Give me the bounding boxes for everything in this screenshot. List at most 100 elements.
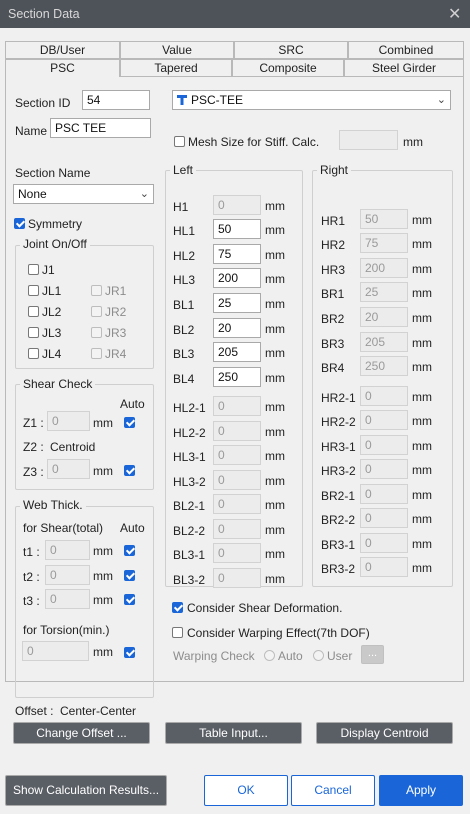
left-dim-unit: mm xyxy=(265,223,285,237)
jr4-checkbox[interactable] xyxy=(91,348,102,359)
left-dim-unit: mm xyxy=(265,322,285,336)
j1-checkbox[interactable] xyxy=(28,264,39,275)
left-dim-unit: mm xyxy=(265,400,285,414)
z3-auto-checkbox[interactable] xyxy=(124,465,135,476)
left-dim-field[interactable]: 0 xyxy=(213,568,261,588)
left-dim-label: BL2-2 xyxy=(173,524,206,538)
cancel-button[interactable]: Cancel xyxy=(291,775,375,806)
z2-value: Centroid xyxy=(50,440,96,454)
section-name-select[interactable]: None ⌄ xyxy=(13,184,154,204)
right-dim-label: HR2 xyxy=(321,238,346,252)
left-dim-field[interactable]: 0 xyxy=(213,396,261,416)
t3-field[interactable]: 0 xyxy=(45,589,90,609)
ok-button[interactable]: OK xyxy=(204,775,288,806)
warping-effect-checkbox[interactable] xyxy=(172,627,183,638)
left-dim-label: H1 xyxy=(173,200,189,214)
left-dim-field[interactable]: 25 xyxy=(213,293,261,313)
section-id-field[interactable]: 54 xyxy=(82,90,150,110)
right-dim-field[interactable]: 0 xyxy=(360,557,408,577)
left-dim-unit: mm xyxy=(265,199,285,213)
right-dim-field[interactable]: 250 xyxy=(360,356,408,376)
tab-composite[interactable]: Composite xyxy=(232,59,344,77)
section-name-field[interactable]: PSC TEE xyxy=(50,118,151,138)
change-offset-button[interactable]: Change Offset ... xyxy=(13,722,150,744)
tab-db-user[interactable]: DB/User xyxy=(5,41,120,59)
table-input-button[interactable]: Table Input... xyxy=(165,722,302,744)
left-dim-field[interactable]: 205 xyxy=(213,342,261,362)
left-dim-unit: mm xyxy=(265,449,285,463)
section-type-select[interactable]: PSC-TEE ⌄ xyxy=(172,90,451,110)
right-dim-field[interactable]: 50 xyxy=(360,209,408,229)
right-dim-field[interactable]: 0 xyxy=(360,533,408,553)
tab-combined[interactable]: Combined xyxy=(348,41,464,59)
mesh-size-field[interactable] xyxy=(339,130,398,150)
t2-field[interactable]: 0 xyxy=(45,565,90,585)
left-dim-field[interactable]: 0 xyxy=(213,445,261,465)
jl4-checkbox[interactable] xyxy=(28,348,39,359)
right-dim-field[interactable]: 205 xyxy=(360,332,408,352)
display-centroid-button[interactable]: Display Centroid xyxy=(316,722,453,744)
left-dim-field[interactable]: 0 xyxy=(213,543,261,563)
shear-deformation-checkbox[interactable] xyxy=(172,602,183,613)
warping-user-radio[interactable] xyxy=(313,650,324,661)
left-dim-field[interactable]: 200 xyxy=(213,268,261,288)
right-dim-field[interactable]: 20 xyxy=(360,307,408,327)
right-dim-field[interactable]: 25 xyxy=(360,282,408,302)
right-dim-unit: mm xyxy=(412,414,432,428)
tab-steel-girder[interactable]: Steel Girder xyxy=(344,59,464,77)
z3-field[interactable]: 0 xyxy=(47,459,90,479)
right-dim-unit: mm xyxy=(412,439,432,453)
z1-field[interactable]: 0 xyxy=(47,411,90,431)
right-dim-field[interactable]: 0 xyxy=(360,484,408,504)
torsion-auto-checkbox[interactable] xyxy=(124,647,135,658)
right-dim-field[interactable]: 0 xyxy=(360,459,408,479)
left-dim-field[interactable]: 0 xyxy=(213,421,261,441)
web-thick-title: Web Thick. xyxy=(20,498,86,512)
left-dim-unit: mm xyxy=(265,297,285,311)
show-calculation-results-button[interactable]: Show Calculation Results... xyxy=(5,775,167,806)
t2-auto-checkbox[interactable] xyxy=(124,570,135,581)
left-dim-unit: mm xyxy=(265,547,285,561)
tab-psc[interactable]: PSC xyxy=(5,59,120,77)
right-dim-field[interactable]: 75 xyxy=(360,233,408,253)
left-dim-field[interactable]: 0 xyxy=(213,195,261,215)
right-dim-field[interactable]: 0 xyxy=(360,410,408,430)
tab-value[interactable]: Value xyxy=(120,41,234,59)
tab-tapered[interactable]: Tapered xyxy=(120,59,232,77)
t1-label: t1 : xyxy=(23,545,40,559)
tab-src[interactable]: SRC xyxy=(234,41,348,59)
jl3-checkbox[interactable] xyxy=(28,327,39,338)
left-dim-field[interactable]: 250 xyxy=(213,367,261,387)
left-dim-unit: mm xyxy=(265,498,285,512)
t3-auto-checkbox[interactable] xyxy=(124,594,135,605)
jr1-checkbox[interactable] xyxy=(91,285,102,296)
apply-button[interactable]: Apply xyxy=(379,775,463,806)
warping-effect-label: Consider Warping Effect(7th DOF) xyxy=(187,626,370,640)
shear-auto-label: Auto xyxy=(120,397,145,411)
jr3-checkbox[interactable] xyxy=(91,327,102,338)
jl2-checkbox[interactable] xyxy=(28,306,39,317)
left-dim-field[interactable]: 50 xyxy=(213,219,261,239)
left-dim-field[interactable]: 75 xyxy=(213,244,261,264)
left-dim-field[interactable]: 0 xyxy=(213,470,261,490)
left-dim-field[interactable]: 0 xyxy=(213,519,261,539)
left-dim-field[interactable]: 0 xyxy=(213,494,261,514)
left-dim-unit: mm xyxy=(265,425,285,439)
t1-auto-checkbox[interactable] xyxy=(124,545,135,556)
left-dim-field[interactable]: 20 xyxy=(213,318,261,338)
jr2-checkbox[interactable] xyxy=(91,306,102,317)
t1-field[interactable]: 0 xyxy=(45,540,90,560)
right-dim-field[interactable]: 0 xyxy=(360,386,408,406)
z1-auto-checkbox[interactable] xyxy=(124,417,135,428)
warping-auto-radio[interactable] xyxy=(264,650,275,661)
right-dim-field[interactable]: 200 xyxy=(360,258,408,278)
left-dim-unit: mm xyxy=(265,523,285,537)
right-dim-field[interactable]: 0 xyxy=(360,435,408,455)
jl1-checkbox[interactable] xyxy=(28,285,39,296)
close-icon[interactable]: ✕ xyxy=(448,4,461,24)
warping-more-button[interactable]: ... xyxy=(361,645,384,664)
mesh-size-checkbox[interactable] xyxy=(174,136,185,147)
torsion-field[interactable]: 0 xyxy=(22,641,89,661)
symmetry-checkbox[interactable] xyxy=(14,218,25,229)
right-dim-field[interactable]: 0 xyxy=(360,508,408,528)
